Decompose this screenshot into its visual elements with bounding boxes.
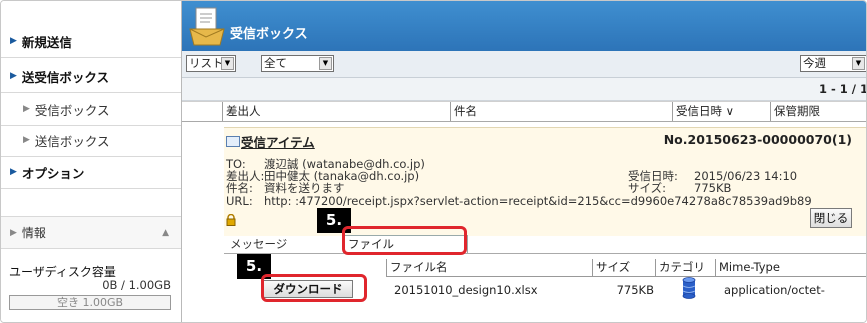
column-received[interactable]: 受信日時 ∨	[672, 102, 770, 121]
info-section-header[interactable]: ▶ 情報 ▲	[1, 216, 181, 249]
url-label: URL:	[226, 194, 253, 208]
triangle-right-icon: ▶	[10, 36, 17, 46]
callout-highlight-file-tab	[342, 226, 467, 255]
tab-message[interactable]: メッセージ	[230, 236, 287, 252]
message-number: No.20150623-00000070(1)	[663, 132, 852, 147]
collapse-icon[interactable]: ▲	[162, 228, 169, 238]
triangle-right-icon: ▶	[23, 104, 30, 114]
disk-usage-bar: 空き 1.00GB	[9, 295, 171, 310]
size-value: 775KB	[694, 181, 732, 195]
close-button[interactable]: 閉じる	[810, 208, 852, 228]
sidebar-item-label: 受信ボックス	[34, 102, 110, 118]
triangle-right-icon: ▶	[10, 227, 17, 238]
app-window: ▶ 新規送信 ▶ 送受信ボックス ▶ 受信ボックス ▶ 送信ボックス ▶ オプシ…	[0, 0, 867, 323]
column-retention[interactable]: 保管期限	[770, 102, 866, 121]
subject-value: 資料を送ります	[264, 181, 345, 195]
triangle-right-icon: ▶	[10, 167, 17, 177]
detail-title-text: 受信アイテム	[241, 135, 315, 150]
disk-free-label: 空き 1.00GB	[56, 296, 124, 309]
sidebar-item-compose[interactable]: ▶ 新規送信	[1, 25, 181, 58]
file-mime: application/octet-	[724, 283, 825, 297]
callout-highlight-download	[261, 274, 367, 302]
toolbar: リスト ▼ 全て ▼ 今週 ▼	[182, 51, 866, 78]
sidebar-item-label: 新規送信	[21, 34, 72, 50]
sidebar-item-label: オプション	[21, 165, 85, 181]
chevron-down-icon[interactable]: ▼	[319, 57, 332, 70]
list-header: 差出人 件名 受信日時 ∨ 保管期限	[182, 101, 866, 122]
filter-select-value: 全て	[264, 56, 287, 70]
mailbox-icon	[189, 7, 225, 46]
sidebar: ▶ 新規送信 ▶ 送受信ボックス ▶ 受信ボックス ▶ 送信ボックス ▶ オプシ…	[1, 1, 182, 322]
sidebar-item-label: 送信ボックス	[34, 133, 110, 149]
view-select-value: リスト	[189, 56, 224, 70]
view-select[interactable]: リスト ▼	[186, 55, 236, 72]
disk-usage-value: 0B / 1.00GB	[102, 278, 171, 292]
database-icon	[682, 277, 696, 299]
detail-title: 受信アイテム	[226, 132, 315, 151]
filter-select[interactable]: 全て ▼	[261, 55, 334, 72]
title-bar: 受信ボックス	[182, 1, 866, 51]
period-select[interactable]: 今週 ▼	[800, 55, 866, 72]
tab-bar: メッセージ ファイル	[224, 235, 866, 254]
period-select-value: 今週	[803, 56, 826, 70]
column-sender[interactable]: 差出人	[222, 102, 450, 121]
pager: 1 - 1 / 1	[819, 82, 867, 96]
lock-icon	[226, 213, 236, 229]
chevron-down-icon[interactable]: ▼	[852, 57, 865, 70]
file-column-mime: Mime-Type	[715, 259, 866, 277]
chevron-down-icon[interactable]: ▼	[221, 57, 234, 70]
info-label: 情報	[21, 226, 46, 240]
url-value[interactable]: http: :477200/receipt.jspx?servlet-actio…	[264, 195, 812, 207]
file-column-name: ファイル名	[386, 259, 592, 277]
pager-row: 1 - 1 / 1	[182, 78, 867, 101]
triangle-right-icon: ▶	[23, 135, 30, 145]
page-title: 受信ボックス	[230, 27, 308, 42]
size-label: サイズ:	[628, 181, 667, 195]
triangle-right-icon: ▶	[10, 71, 17, 81]
envelope-icon	[226, 136, 240, 147]
sidebar-item-options[interactable]: ▶ オプション	[1, 156, 181, 189]
column-subject[interactable]: 件名	[450, 102, 672, 121]
sidebar-item-label: 送受信ボックス	[21, 69, 110, 85]
subject-label: 件名:	[226, 181, 253, 195]
file-column-category: カテゴリ	[655, 259, 715, 277]
file-size: 775KB	[616, 283, 654, 297]
file-name: 20151010_design10.xlsx	[394, 283, 538, 297]
sidebar-item-inbox[interactable]: ▶ 受信ボックス	[1, 93, 181, 126]
sidebar-item-mailbox[interactable]: ▶ 送受信ボックス	[1, 60, 181, 93]
file-column-size: サイズ	[592, 259, 655, 277]
sidebar-item-outbox[interactable]: ▶ 送信ボックス	[1, 124, 181, 157]
